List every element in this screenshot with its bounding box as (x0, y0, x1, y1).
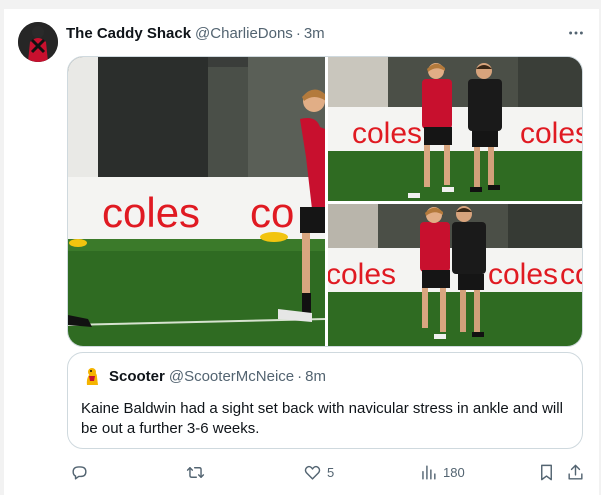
views-icon (422, 464, 436, 480)
quoted-author-name[interactable]: Scooter (109, 368, 165, 385)
tweet-header: The Caddy Shack @CharlieDons · 3m (66, 22, 587, 44)
svg-text:coles: coles (488, 258, 558, 291)
views-count: 180 (443, 464, 465, 480)
photo-top-right[interactable]: coles coles (328, 57, 583, 201)
bookmark-icon (541, 464, 552, 480)
share-button[interactable] (566, 461, 585, 483)
separator-dot: · (295, 24, 301, 42)
retweet-icon (186, 466, 205, 478)
tweet-media-grid: coles co coles cole coles coles c (67, 56, 583, 347)
coles-sign-text: coles (352, 117, 422, 150)
quoted-tweet[interactable]: Scooter @ScooterMcNeice · 8m Kaine Baldw… (67, 352, 583, 449)
reply-icon (72, 465, 87, 480)
coles-sign-text: coles (102, 189, 200, 236)
quoted-tweet-timestamp[interactable]: 8m (305, 368, 326, 385)
retweet-button[interactable] (186, 461, 210, 483)
views-button[interactable]: 180 (419, 461, 465, 483)
quoted-tweet-text: Kaine Baldwin had a sight set back with … (81, 400, 563, 437)
coles-sign-text: coles (328, 258, 396, 291)
tweet-card[interactable]: The Caddy Shack @CharlieDons · 3m coles … (4, 9, 599, 495)
tweet-action-bar: 5 180 (66, 461, 592, 483)
like-icon (304, 465, 321, 480)
author-handle[interactable]: @CharlieDons (195, 25, 293, 42)
quoted-author-avatar[interactable] (81, 365, 103, 387)
like-button[interactable]: 5 (303, 461, 334, 483)
like-count: 5 (327, 464, 335, 480)
quoted-tweet-header: Scooter @ScooterMcNeice · 8m (81, 365, 326, 387)
separator-dot: · (297, 367, 303, 385)
photo-main[interactable]: coles co (68, 57, 325, 346)
bookmark-button[interactable] (537, 461, 556, 483)
share-icon (568, 464, 583, 480)
photo-bottom-right[interactable]: coles coles co (328, 204, 583, 346)
quoted-author-handle[interactable]: @ScooterMcNeice (169, 368, 294, 385)
tweet-timestamp[interactable]: 3m (304, 25, 325, 42)
author-avatar[interactable] (18, 22, 58, 62)
more-horizontal-icon[interactable] (565, 22, 587, 44)
reply-button[interactable] (70, 461, 94, 483)
svg-text:coles: coles (520, 117, 583, 150)
svg-text:co: co (250, 189, 294, 236)
author-name[interactable]: The Caddy Shack (66, 25, 191, 42)
svg-text:co: co (560, 258, 583, 291)
